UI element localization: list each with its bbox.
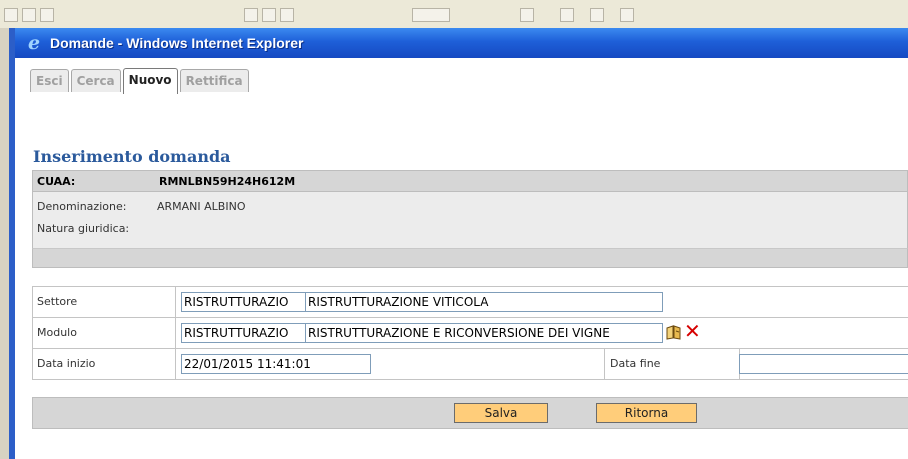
- salva-button[interactable]: Salva: [454, 403, 548, 423]
- natura-giuridica-label: Natura giuridica:: [37, 222, 130, 235]
- background-toolbar: [0, 0, 908, 29]
- toolbar-icon: [40, 8, 54, 22]
- toolbar-icon: [590, 8, 604, 22]
- modulo-code-input[interactable]: RISTRUTTURAZIO: [181, 323, 307, 343]
- date-row: Data inizio 22/01/2015 11:41:01 Data fin…: [33, 349, 908, 379]
- settore-description-input[interactable]: RISTRUTTURAZIONE VITICOLA: [305, 292, 663, 312]
- domanda-form: Settore RISTRUTTURAZIO RISTRUTTURAZIONE …: [32, 286, 908, 380]
- toolbar-icon: [280, 8, 294, 22]
- tab-cerca[interactable]: Cerca: [70, 69, 121, 92]
- settore-label: Settore: [33, 287, 176, 317]
- info-details: Denominazione: ARMANI ALBINO Natura giur…: [32, 192, 908, 248]
- modulo-row: Modulo RISTRUTTURAZIO RISTRUTTURAZIONE E…: [33, 318, 908, 349]
- data-fine-input[interactable]: [739, 354, 908, 374]
- tab-rettifica[interactable]: Rettifica: [179, 69, 249, 92]
- data-inizio-input[interactable]: 22/01/2015 11:41:01: [181, 354, 371, 374]
- denominazione-label: Denominazione:: [37, 200, 127, 213]
- tab-bar: Esci Cerca Nuovo Rettifica: [30, 68, 251, 94]
- tab-esci[interactable]: Esci: [30, 69, 69, 92]
- delete-x-icon[interactable]: ✕: [684, 321, 701, 341]
- window-title-bar[interactable]: e Domande - Windows Internet Explorer: [15, 28, 908, 58]
- toolbar-icon: [620, 8, 634, 22]
- page-content: Esci Cerca Nuovo Rettifica Inserimento d…: [15, 58, 908, 459]
- cuaa-row: CUAA: RMNLBN59H24H612M: [32, 170, 908, 192]
- data-fine-label: Data fine: [604, 349, 740, 379]
- toolbar-icon: [4, 8, 18, 22]
- toolbar-icon: [244, 8, 258, 22]
- cuaa-label: CUAA:: [37, 174, 76, 188]
- denominazione-value: ARMANI ALBINO: [157, 200, 246, 213]
- applicant-info: CUAA: RMNLBN59H24H612M Denominazione: AR…: [32, 170, 908, 268]
- natura-giuridica-row: Natura giuridica:: [33, 218, 907, 240]
- cuaa-value: RMNLBN59H24H612M: [159, 174, 296, 188]
- ie-logo-icon: e: [28, 32, 41, 54]
- page-title: Inserimento domanda: [33, 147, 231, 166]
- denominazione-row: Denominazione: ARMANI ALBINO: [33, 196, 907, 218]
- modulo-label: Modulo: [33, 318, 176, 348]
- modulo-description-input[interactable]: RISTRUTTURAZIONE E RICONVERSIONE DEI VIG…: [305, 323, 663, 343]
- toolbar-icon: [22, 8, 36, 22]
- book-lookup-icon[interactable]: [666, 325, 682, 340]
- button-bar: Salva Ritorna: [32, 397, 908, 429]
- toolbar-field: [412, 8, 450, 22]
- info-separator: [32, 248, 908, 268]
- ritorna-button[interactable]: Ritorna: [596, 403, 697, 423]
- toolbar-icon: [262, 8, 276, 22]
- toolbar-icon: [560, 8, 574, 22]
- settore-code-input[interactable]: RISTRUTTURAZIO: [181, 292, 307, 312]
- settore-row: Settore RISTRUTTURAZIO RISTRUTTURAZIONE …: [33, 287, 908, 318]
- window-frame-edge: [0, 28, 9, 459]
- toolbar-icon: [520, 8, 534, 22]
- data-inizio-label: Data inizio: [33, 349, 176, 379]
- window-title: Domande - Windows Internet Explorer: [50, 35, 304, 51]
- tab-nuovo[interactable]: Nuovo: [122, 68, 178, 94]
